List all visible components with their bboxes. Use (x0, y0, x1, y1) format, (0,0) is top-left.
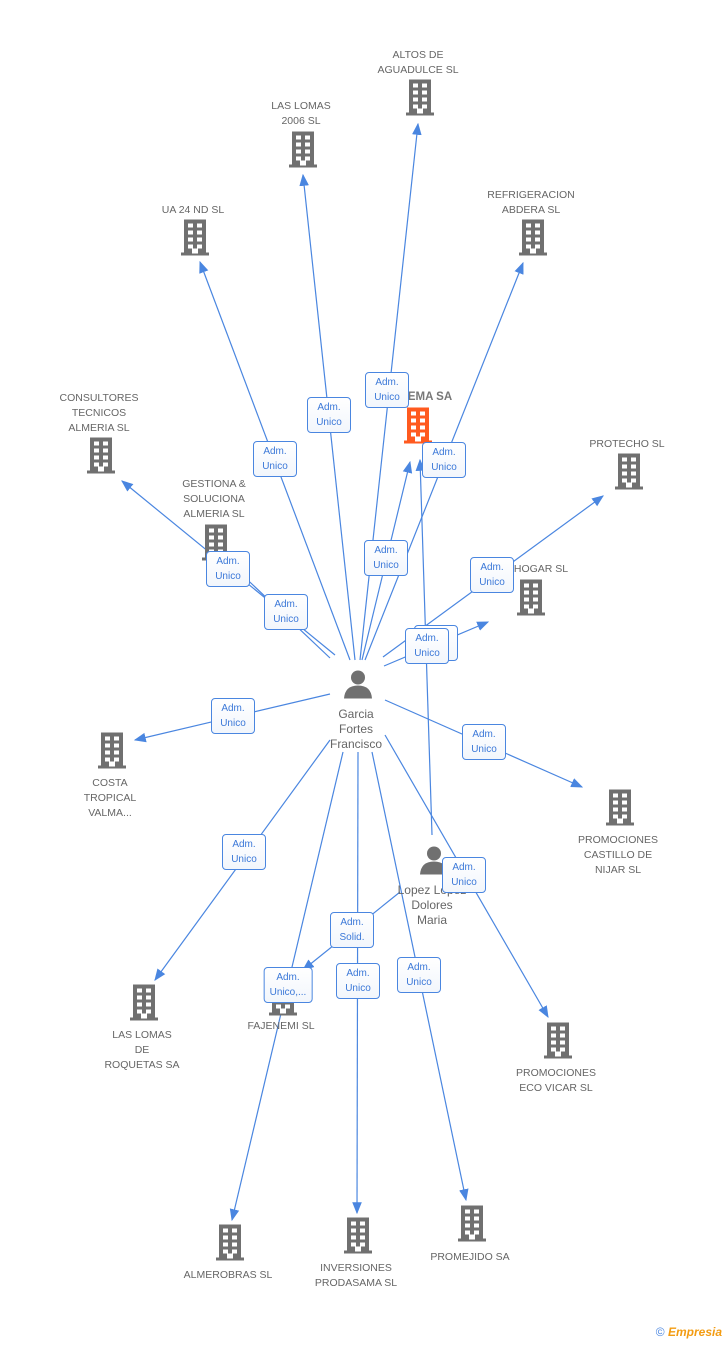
edge-label[interactable]: Adm. Unico (206, 551, 250, 587)
edge-label[interactable]: Adm. Unico (365, 372, 409, 408)
building-icon[interactable] (542, 1022, 574, 1064)
building-icon[interactable] (287, 131, 319, 173)
node-label[interactable]: CONSULTORES TECNICOS ALMERIA SL (34, 391, 164, 436)
edge-label[interactable]: Adm. Unico (336, 963, 380, 999)
building-icon[interactable] (85, 437, 117, 479)
edge-label[interactable]: Adm. Unico (462, 724, 506, 760)
edge-label[interactable]: Adm. Unico (222, 834, 266, 870)
node-label[interactable]: UA 24 ND SL (128, 203, 258, 218)
building-icon[interactable] (404, 79, 436, 121)
edge-label[interactable]: Adm. Solid. (330, 912, 374, 948)
building-icon[interactable] (613, 453, 645, 495)
building-icon[interactable] (179, 219, 211, 261)
edge-label[interactable]: Adm. Unico (264, 594, 308, 630)
building-icon[interactable] (515, 579, 547, 621)
node-label[interactable]: PROMOCIONES CASTILLO DE NIJAR SL (553, 833, 683, 878)
copyright: © Empresia (656, 1325, 722, 1339)
edge-label[interactable]: Adm. Unico,... (263, 967, 313, 1003)
edge-label[interactable]: Adm. Unico (364, 540, 408, 576)
network-diagram: © Empresia ALTOS DE AGUADULCE SL LAS LOMA… (0, 0, 728, 1345)
building-icon[interactable] (604, 789, 636, 831)
node-label[interactable]: INVERSIONES PRODASAMA SL (291, 1261, 421, 1291)
building-icon[interactable] (128, 984, 160, 1026)
node-label[interactable]: REFRIGERACION ABDERA SL (466, 188, 596, 218)
building-icon[interactable] (456, 1205, 488, 1247)
node-label[interactable]: PROMEJIDO SA (405, 1250, 535, 1265)
node-label[interactable]: Garcia Fortes Francisco (291, 707, 421, 752)
edge-label[interactable]: Adm. Unico (211, 698, 255, 734)
node-label[interactable]: PROMOCIONES ECO VICAR SL (491, 1066, 621, 1096)
node-label[interactable]: LAS LOMAS DE ROQUETAS SA (77, 1028, 207, 1073)
person-icon[interactable] (343, 669, 373, 704)
building-icon[interactable] (342, 1217, 374, 1259)
building-icon[interactable] (96, 732, 128, 774)
node-label[interactable]: PROTECHO SL (562, 437, 692, 452)
edge-label[interactable]: Adm. Unico (470, 557, 514, 593)
node-label[interactable]: LAS LOMAS 2006 SL (236, 99, 366, 129)
node-label[interactable]: ALTOS DE AGUADULCE SL (353, 48, 483, 78)
node-label[interactable]: FAJENEMI SL (216, 1019, 346, 1034)
building-icon[interactable] (214, 1224, 246, 1266)
edge-label[interactable]: Adm. Unico (253, 441, 297, 477)
edge-label[interactable]: Adm. Unico (422, 442, 466, 478)
building-icon[interactable] (517, 219, 549, 261)
brand-logo[interactable]: Empresia (668, 1325, 722, 1339)
node-label[interactable]: ALMEROBRAS SL (163, 1268, 293, 1283)
edge-label[interactable]: Adm. Unico (307, 397, 351, 433)
node-label[interactable]: GESTIONA & SOLUCIONA ALMERIA SL (149, 477, 279, 522)
edge-label[interactable]: Adm. Unico (442, 857, 486, 893)
edge-label[interactable]: Adm. Unico (405, 628, 449, 664)
node-label[interactable]: COSTA TROPICAL VALMA... (45, 776, 175, 821)
edge-label[interactable]: Adm. Unico (397, 957, 441, 993)
copyright-symbol: © (655, 1325, 665, 1339)
